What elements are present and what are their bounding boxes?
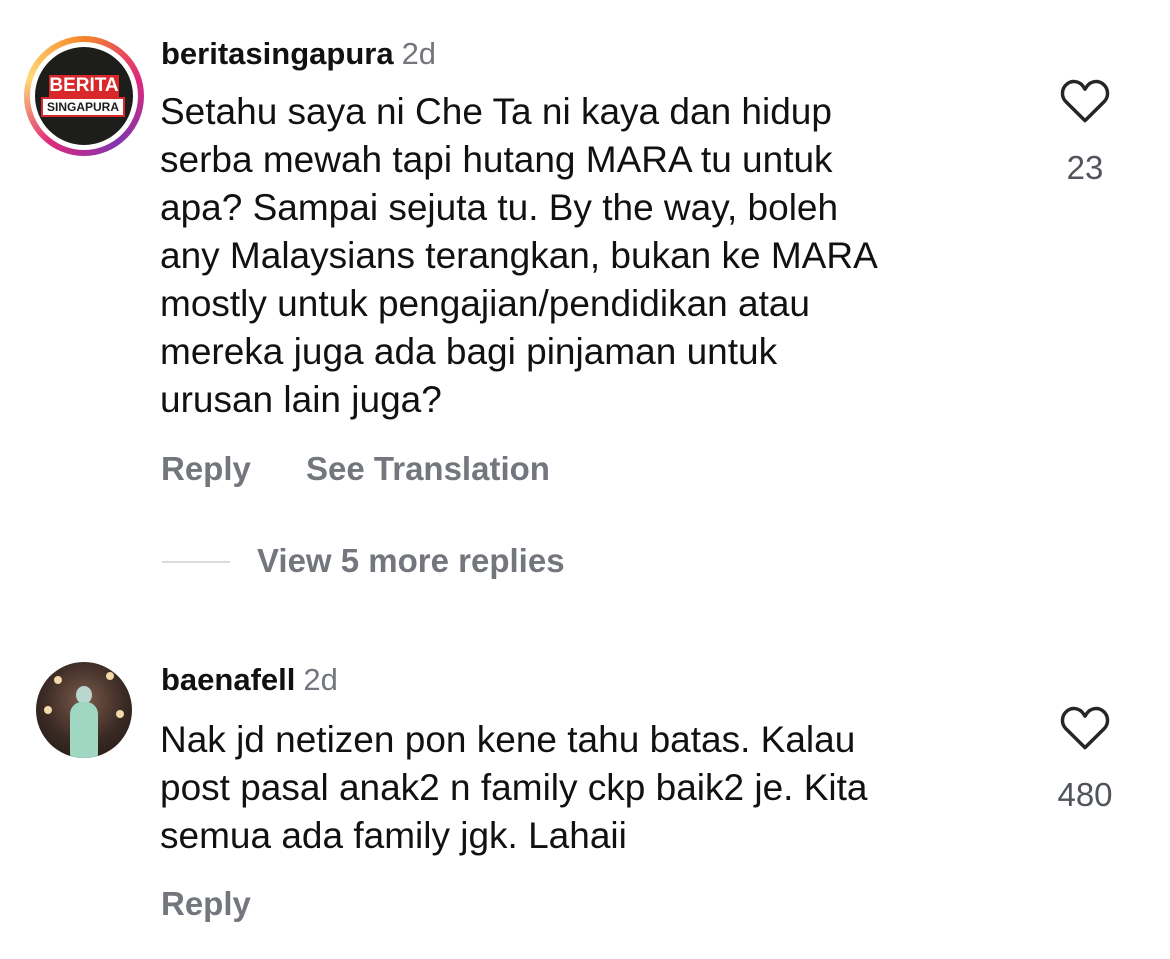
reply-button[interactable]: Reply [161,450,251,488]
avatar[interactable] [36,662,132,758]
reply-button[interactable]: Reply [161,885,251,923]
see-translation-button[interactable]: See Translation [306,450,550,488]
heart-outline-icon[interactable] [1059,76,1111,124]
like-count: 23 [1066,149,1104,186]
view-more-replies-button[interactable]: View 5 more replies [257,542,565,580]
berita-singapura-logo: BERITA SINGAPURA [35,47,133,145]
comment-header: baenafell 2d [161,662,338,698]
timestamp: 2d [303,662,338,697]
avatar[interactable]: BERITA SINGAPURA [24,36,144,156]
comment-header: beritasingapura 2d [161,36,436,72]
comment-text: Setahu saya ni Che Ta ni kaya dan hidup … [160,91,878,420]
username[interactable]: baenafell [161,662,295,697]
logo-text-top: BERITA [49,75,119,97]
logo-text-bottom: SINGAPURA [41,97,125,117]
heart-outline-icon[interactable] [1059,703,1111,751]
timestamp: 2d [401,36,437,71]
replies-divider [162,561,230,563]
like-count: 480 [1057,776,1113,813]
comment-text: Nak jd netizen pon kene tahu batas. Kala… [160,719,868,856]
username[interactable]: beritasingapura [161,36,394,71]
